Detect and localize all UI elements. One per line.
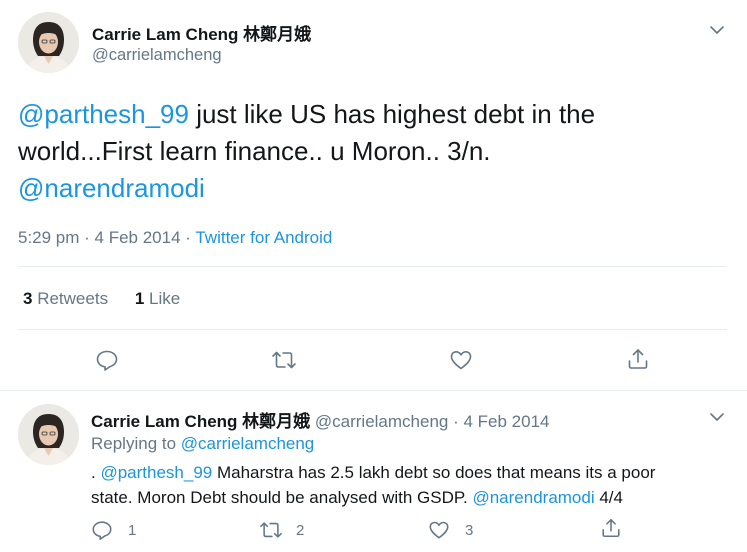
- reply-text-suffix: 4/4: [594, 488, 623, 507]
- retweets-count: 3: [23, 289, 33, 308]
- likes-stat[interactable]: 1 Like: [135, 289, 180, 308]
- replying-label: Replying to: [91, 434, 181, 453]
- author-name[interactable]: Carrie Lam Cheng 林鄭月娥: [91, 412, 310, 431]
- share-button[interactable]: [600, 517, 622, 539]
- retweet-icon: [260, 522, 282, 538]
- retweet-count: 2: [296, 521, 305, 539]
- tweet-text: @parthesh_99 just like US has highest de…: [18, 96, 738, 207]
- like-button[interactable]: [449, 348, 473, 372]
- tweet-stats: 3 Retweets 1 Like: [23, 289, 180, 309]
- divider: [0, 390, 747, 391]
- mention-link[interactable]: @narendramodi: [472, 488, 594, 507]
- retweet-button[interactable]: 2: [258, 519, 304, 541]
- retweets-stat[interactable]: 3 Retweets: [23, 289, 113, 308]
- divider: [18, 329, 727, 330]
- retweets-label: Retweets: [37, 289, 109, 308]
- tweet-meta: 5:29 pm · 4 Feb 2014 · Twitter for Andro…: [18, 228, 332, 248]
- likes-count: 1: [134, 289, 145, 308]
- author-name[interactable]: Carrie Lam Cheng 林鄭月娥: [92, 20, 311, 45]
- reply-button[interactable]: [95, 348, 119, 372]
- chevron-down-icon[interactable]: [709, 22, 725, 38]
- retweet-button[interactable]: [270, 348, 298, 372]
- replying-mention[interactable]: @carrielamcheng: [181, 434, 314, 453]
- like-count: 3: [465, 521, 474, 539]
- reply-icon: [96, 350, 118, 371]
- share-button[interactable]: [626, 347, 650, 371]
- replying-to: Replying to @carrielamcheng: [91, 434, 314, 454]
- like-button[interactable]: 3: [428, 519, 473, 541]
- share-icon: [628, 349, 648, 369]
- meta-separator: ·: [180, 228, 196, 247]
- retweet-icon: [272, 351, 296, 369]
- tweet-text-line: world...First learn finance.. u Moron.. …: [18, 136, 491, 166]
- mention-link[interactable]: @parthesh_99: [100, 463, 212, 482]
- likes-label: Like: [149, 289, 181, 308]
- header-separator: ·: [448, 412, 464, 431]
- reply-text-line: state. Moron Debt should be analysed wit…: [91, 488, 473, 507]
- heart-icon: [450, 351, 472, 370]
- heart-icon: [429, 521, 449, 539]
- reply-text: . @parthesh_99 Maharstra has 2.5 lakh de…: [91, 460, 655, 510]
- mention-link[interactable]: @narendramodi: [18, 173, 205, 203]
- reply-button[interactable]: 1: [91, 519, 136, 541]
- tweet-source[interactable]: Twitter for Android: [195, 228, 332, 247]
- divider: [18, 266, 727, 267]
- reply-count: 1: [128, 521, 137, 539]
- chevron-down-icon[interactable]: [709, 409, 725, 425]
- avatar[interactable]: [18, 404, 79, 465]
- author-handle[interactable]: @carrielamcheng: [92, 46, 222, 65]
- tweet-text-line: just like US has highest debt in the: [188, 99, 596, 129]
- tweet-date[interactable]: 4 Feb 2014: [463, 412, 549, 431]
- tweet-timestamp[interactable]: 5:29 pm · 4 Feb 2014: [18, 228, 181, 247]
- mention-link[interactable]: @parthesh_99: [18, 99, 189, 129]
- share-icon: [602, 518, 620, 538]
- reply-icon: [92, 521, 112, 540]
- reply-text-line: Maharstra has 2.5 lakh debt so does that…: [212, 463, 656, 482]
- reply-header: Carrie Lam Cheng 林鄭月娥 @carrielamcheng · …: [91, 407, 550, 432]
- avatar[interactable]: [18, 12, 79, 73]
- author-handle[interactable]: @carrielamcheng: [315, 412, 448, 431]
